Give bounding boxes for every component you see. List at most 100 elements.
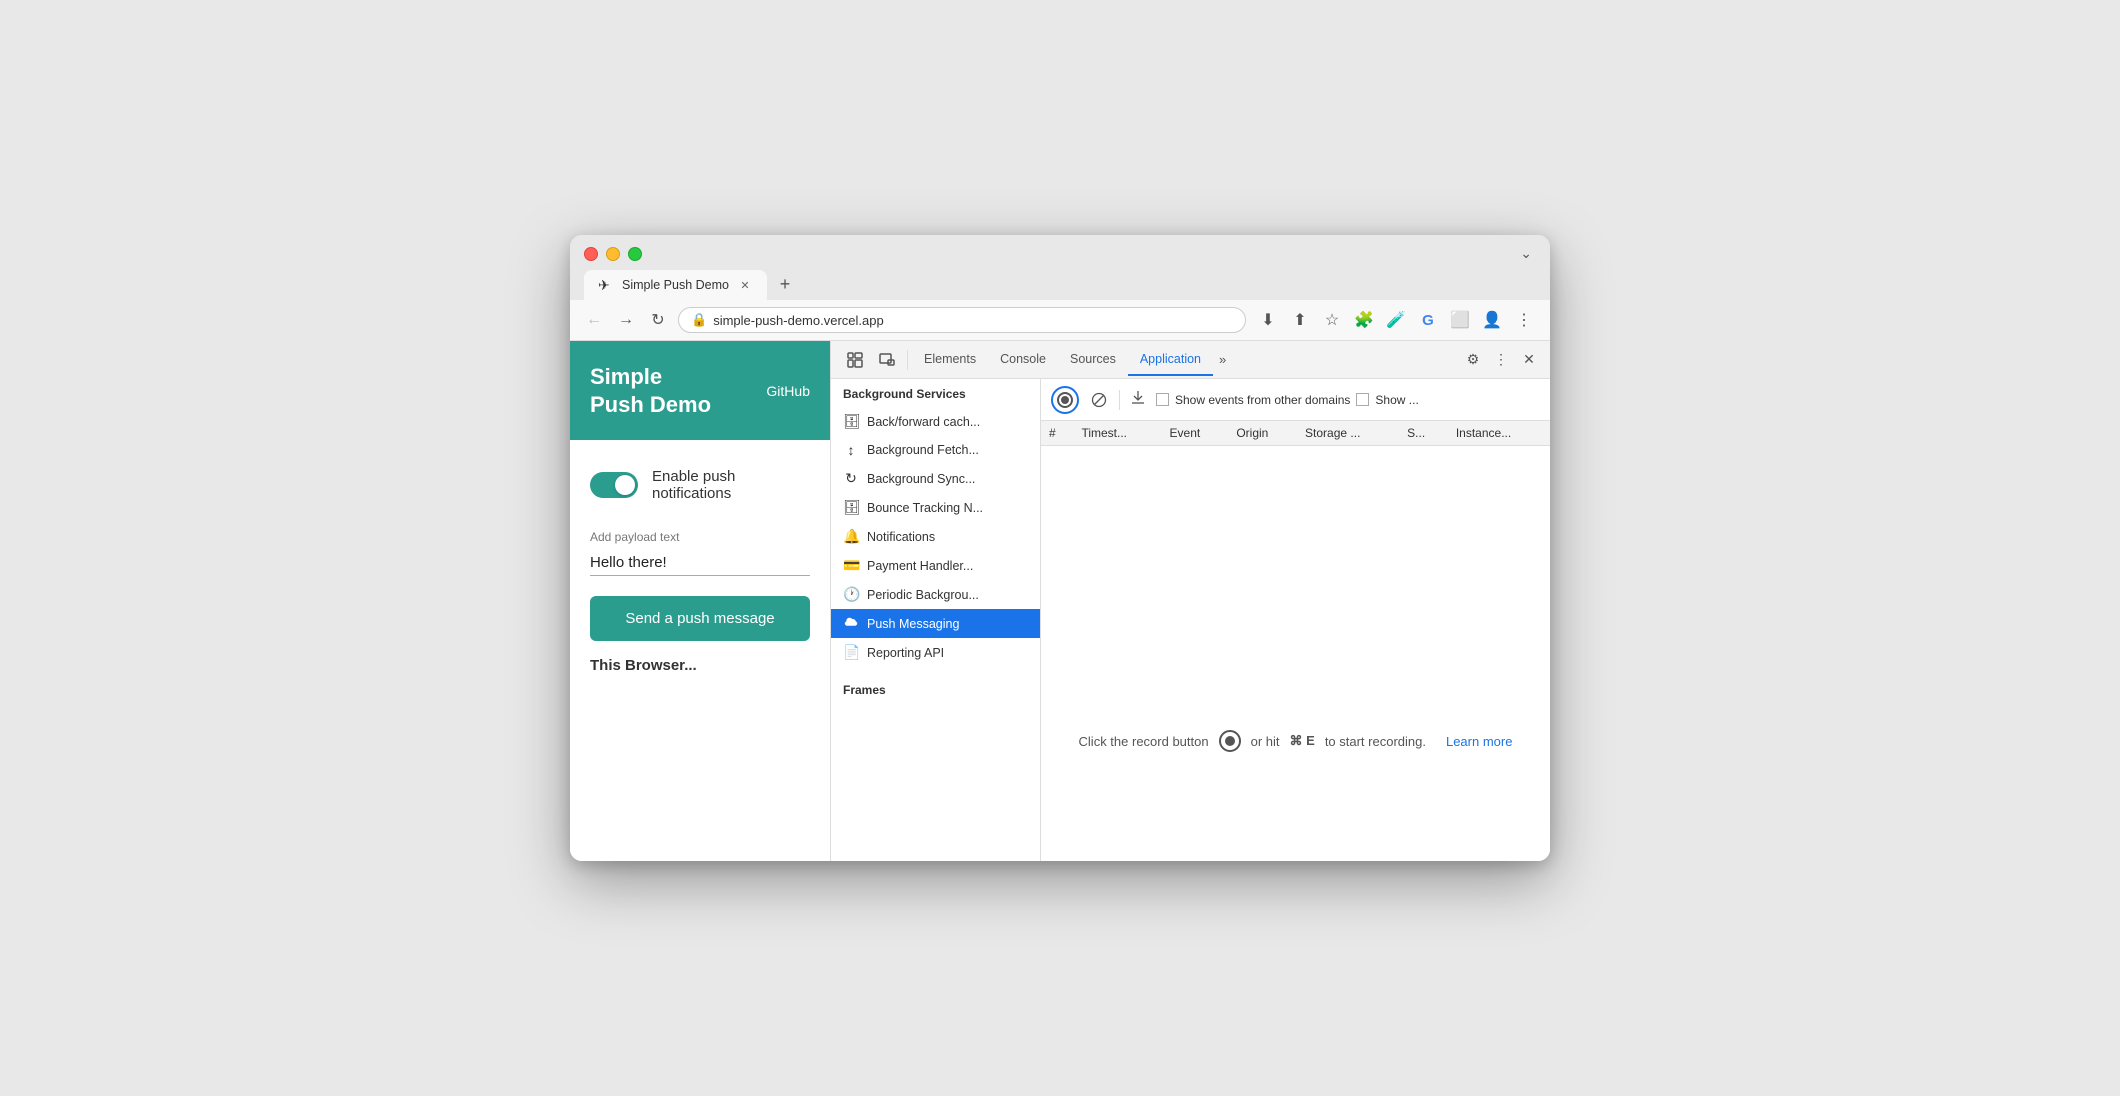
traffic-lights: ⌄ [584, 245, 1536, 262]
website-panel: Simple Push Demo GitHub Enable push noti… [570, 341, 830, 861]
browser-content: Simple Push Demo GitHub Enable push noti… [570, 341, 1550, 861]
toggle-label: Enable push notifications [652, 468, 810, 502]
sidebar-item-label: Bounce Tracking N... [867, 501, 983, 515]
col-s: S... [1399, 421, 1448, 446]
toolbar-icons: ⬇ ⬆ ☆ 🧩 🧪 G ⬜ 👤 ⋮ [1254, 306, 1538, 334]
sidebar-item-label: Background Sync... [867, 472, 975, 486]
record-button-inner [1057, 392, 1073, 408]
frames-title: Frames [831, 675, 1040, 703]
url-bar[interactable]: 🔒 simple-push-demo.vercel.app [678, 307, 1246, 333]
sidebar-item-background-fetch[interactable]: ↕ Background Fetch... [831, 436, 1040, 464]
close-traffic-light[interactable] [584, 247, 598, 261]
sidebar-item-reporting-api[interactable]: 📄 Reporting API [831, 638, 1040, 667]
back-forward-cache-icon: 🗄 [843, 413, 859, 430]
split-icon[interactable]: ⬜ [1446, 306, 1474, 334]
devtools-tabs: Elements Console Sources Application » ⚙… [831, 341, 1550, 379]
background-services-title: Background Services [831, 379, 1040, 407]
send-push-button[interactable]: Send a push message [590, 596, 810, 641]
tab-favicon: ✈ [598, 277, 614, 293]
site-header: Simple Push Demo GitHub [570, 341, 830, 440]
record-button[interactable] [1051, 386, 1079, 414]
devtools-kebab-button[interactable]: ⋮ [1488, 347, 1514, 373]
more-tabs-button[interactable]: » [1213, 348, 1232, 371]
table-header-row: # Timest... Event Origin Storage ... S..… [1041, 421, 1550, 446]
more-icon[interactable]: ⋮ [1510, 306, 1538, 334]
clear-button[interactable] [1085, 386, 1113, 414]
new-tab-button[interactable]: + [771, 270, 799, 298]
google-icon[interactable]: G [1414, 306, 1442, 334]
forward-button[interactable]: → [614, 308, 638, 332]
download-icon[interactable]: ⬇ [1254, 306, 1282, 334]
col-event: Event [1162, 421, 1229, 446]
download-button[interactable] [1126, 385, 1150, 414]
devtools-main: Show events from other domains Show ... [1041, 379, 1550, 861]
tab-console[interactable]: Console [988, 344, 1058, 376]
push-messaging-icon [843, 615, 859, 632]
record-message-text: Click the record button [1079, 734, 1209, 749]
col-instance: Instance... [1448, 421, 1550, 446]
reporting-api-icon: 📄 [843, 644, 859, 661]
site-body: Enable push notifications Add payload te… [570, 440, 830, 694]
sidebar-item-periodic-background[interactable]: 🕐 Periodic Backgrou... [831, 580, 1040, 609]
col-number: # [1041, 421, 1073, 446]
devtools-sidebar: Background Services 🗄 Back/forward cach.… [831, 379, 1041, 861]
show-other-domains-group: Show events from other domains [1156, 393, 1350, 407]
toolbar-separator [1119, 390, 1120, 410]
sw-toolbar: Show events from other domains Show ... [1041, 379, 1550, 421]
devtools-close-button[interactable]: ✕ [1516, 347, 1542, 373]
sidebar-item-label: Back/forward cach... [867, 415, 980, 429]
push-notifications-toggle[interactable] [590, 472, 638, 498]
sidebar-item-back-forward-cache[interactable]: 🗄 Back/forward cach... [831, 407, 1040, 436]
devtools-settings-button[interactable]: ⚙ [1460, 347, 1486, 373]
sidebar-item-background-sync[interactable]: ↻ Background Sync... [831, 464, 1040, 493]
record-message-end: to start recording. [1325, 734, 1426, 749]
record-button-inline [1219, 730, 1241, 752]
periodic-background-icon: 🕐 [843, 586, 859, 603]
tab-bar: ✈ Simple Push Demo ✕ + [584, 270, 1536, 300]
sidebar-item-label: Periodic Backgrou... [867, 588, 979, 602]
extensions-icon[interactable]: 🧩 [1350, 306, 1378, 334]
browser-tab[interactable]: ✈ Simple Push Demo ✕ [584, 270, 767, 300]
tab-title: Simple Push Demo [622, 278, 729, 292]
bounce-tracking-icon: 🗄 [843, 499, 859, 516]
show-other-domains-label: Show events from other domains [1175, 393, 1350, 407]
minimize-traffic-light[interactable] [606, 247, 620, 261]
bookmark-icon[interactable]: ☆ [1318, 306, 1346, 334]
tab-close-button[interactable]: ✕ [737, 277, 753, 293]
github-link[interactable]: GitHub [766, 383, 810, 399]
show-other-domains-checkbox[interactable] [1156, 393, 1169, 406]
back-button[interactable]: ← [582, 308, 606, 332]
responsive-icon[interactable] [871, 346, 903, 374]
events-data-table: # Timest... Event Origin Storage ... S..… [1041, 421, 1550, 446]
address-bar: ← → ↻ 🔒 simple-push-demo.vercel.app ⬇ ⬆ … [570, 300, 1550, 341]
sidebar-item-bounce-tracking[interactable]: 🗄 Bounce Tracking N... [831, 493, 1040, 522]
sidebar-item-push-messaging[interactable]: Push Messaging [831, 609, 1040, 638]
col-origin: Origin [1228, 421, 1297, 446]
payload-input[interactable] [590, 550, 810, 576]
sidebar-item-label: Reporting API [867, 646, 944, 660]
sidebar-item-label: Payment Handler... [867, 559, 973, 573]
lock-icon: 🔒 [691, 312, 707, 328]
tab-application[interactable]: Application [1128, 344, 1213, 376]
share-icon[interactable]: ⬆ [1286, 306, 1314, 334]
refresh-button[interactable]: ↻ [646, 308, 670, 332]
tab-elements[interactable]: Elements [912, 344, 988, 376]
payload-label: Add payload text [590, 530, 810, 544]
sidebar-item-notifications[interactable]: 🔔 Notifications [831, 522, 1040, 551]
url-text: simple-push-demo.vercel.app [713, 313, 884, 328]
maximize-traffic-light[interactable] [628, 247, 642, 261]
site-title: Simple Push Demo [590, 363, 711, 418]
show-extra-label: Show ... [1375, 393, 1418, 407]
devtools-body: Background Services 🗄 Back/forward cach.… [831, 379, 1550, 861]
title-bar: ⌄ ✈ Simple Push Demo ✕ + [570, 235, 1550, 300]
show-extra-checkbox[interactable] [1356, 393, 1369, 406]
lab-icon[interactable]: 🧪 [1382, 306, 1410, 334]
col-storage: Storage ... [1297, 421, 1399, 446]
devtools-toolbar-right: ⚙ ⋮ ✕ [1460, 347, 1542, 373]
inspector-icon[interactable] [839, 346, 871, 374]
devtools-panel: Elements Console Sources Application » ⚙… [830, 341, 1550, 861]
sidebar-item-payment-handler[interactable]: 💳 Payment Handler... [831, 551, 1040, 580]
learn-more-link[interactable]: Learn more [1446, 734, 1512, 749]
profile-icon[interactable]: 👤 [1478, 306, 1506, 334]
tab-sources[interactable]: Sources [1058, 344, 1128, 376]
